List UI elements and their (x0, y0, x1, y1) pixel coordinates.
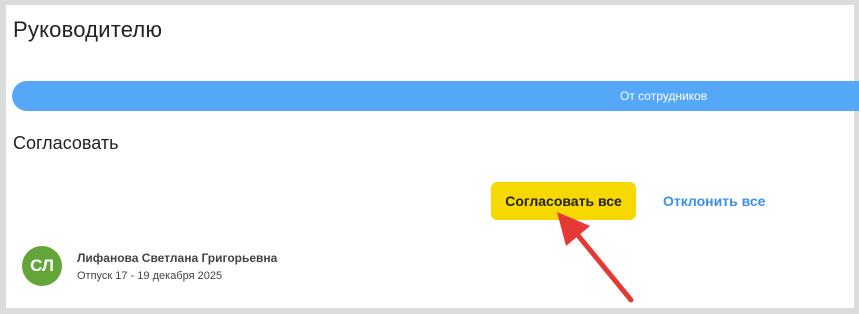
tab-label: От сотрудников (620, 89, 708, 103)
employee-name[interactable]: Лифанова Светлана Григорьевна (77, 251, 277, 265)
page-title: Руководителю (13, 17, 163, 42)
screenshot-frame (0, 0, 859, 314)
section-title: Согласовать (13, 133, 119, 153)
frame-right-edge (854, 0, 859, 314)
tab-from-employees[interactable]: От сотрудников (12, 81, 859, 111)
avatar: СЛ (22, 246, 62, 286)
approve-all-button[interactable]: Согласовать все (491, 182, 636, 220)
request-details: Отпуск 17 - 19 декабря 2025 (77, 270, 223, 282)
reject-all-link[interactable]: Отклонить все (663, 193, 765, 209)
